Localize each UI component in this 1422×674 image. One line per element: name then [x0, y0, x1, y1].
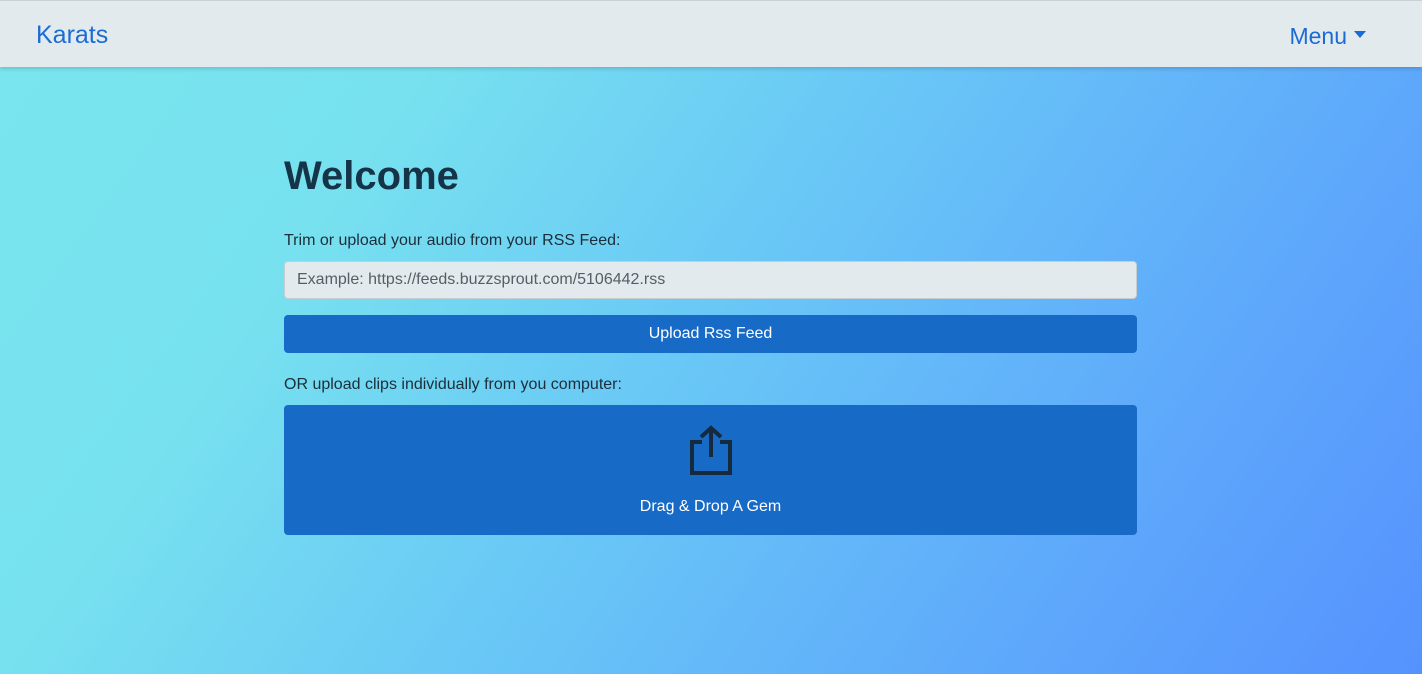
- page-title: Welcome: [284, 154, 459, 198]
- file-dropzone[interactable]: Drag & Drop A Gem: [284, 405, 1137, 535]
- main-content: Welcome Trim or upload your audio from y…: [284, 150, 1137, 535]
- rss-feed-input[interactable]: [284, 261, 1137, 299]
- caret-down-icon: [1354, 30, 1366, 38]
- share-upload-icon: [690, 425, 732, 475]
- upload-rss-feed-button[interactable]: Upload Rss Feed: [284, 315, 1137, 353]
- menu-dropdown-toggle[interactable]: Menu: [1289, 22, 1366, 50]
- upload-clips-label: OR upload clips individually from you co…: [284, 376, 622, 393]
- menu-label: Menu: [1289, 23, 1347, 49]
- rss-feed-label: Trim or upload your audio from your RSS …: [284, 232, 621, 249]
- top-navbar: Karats Menu: [0, 0, 1422, 67]
- brand-link[interactable]: Karats: [36, 20, 108, 50]
- dropzone-label: Drag & Drop A Gem: [639, 498, 782, 515]
